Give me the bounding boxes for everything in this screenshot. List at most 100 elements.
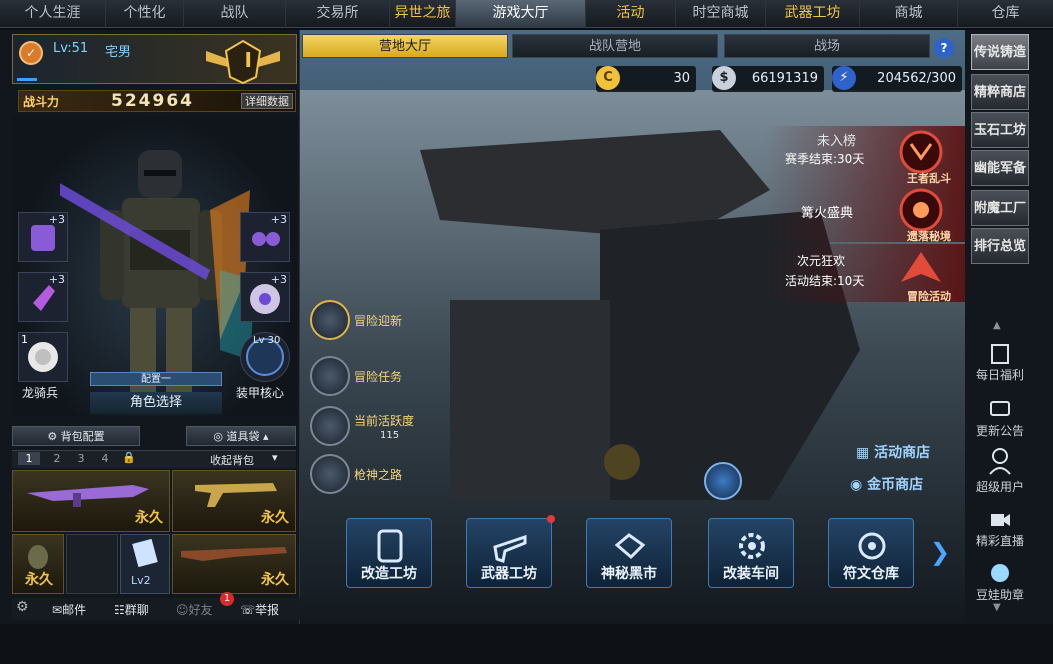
armor-core-slot[interactable]: Lv 30 bbox=[240, 332, 290, 382]
nav-exchange[interactable]: 交易所 bbox=[286, 0, 390, 28]
lock-icon[interactable]: 🔒 bbox=[122, 451, 136, 464]
super-user-button[interactable]: 超级用户 bbox=[965, 446, 1035, 495]
tab-battlefield[interactable]: 战场 bbox=[724, 34, 930, 58]
caret-up-icon: ▴ bbox=[259, 430, 269, 443]
event-king-brawl[interactable]: 未入榜 赛季结束:30天 王者乱斗 bbox=[765, 126, 965, 185]
equip-slot-helmet[interactable]: +3 bbox=[240, 272, 290, 322]
weapon-slot-secondary[interactable]: 永久 bbox=[172, 470, 296, 532]
equip-slot-gloves[interactable]: +3 bbox=[18, 272, 68, 322]
settings-icon[interactable]: ⚙ bbox=[16, 599, 29, 615]
rune-warehouse-button[interactable]: 符文仓库 bbox=[828, 518, 914, 588]
tab-camp-hall[interactable]: 营地大厅 bbox=[302, 34, 508, 58]
voucher-resource: C 30 bbox=[596, 66, 696, 92]
event-subtitle: 赛季结束:30天 bbox=[785, 152, 865, 166]
activity-value: 115 bbox=[380, 430, 400, 441]
mod-garage-button[interactable]: 改装车间 bbox=[708, 518, 794, 588]
shield-event-icon[interactable] bbox=[704, 462, 742, 500]
social-bar: ⚙ ✉邮件 ☷群聊 ☺好友 1 ☏举报 bbox=[12, 592, 300, 620]
role-select-button[interactable]: 角色选择 bbox=[90, 392, 222, 414]
pistol-icon bbox=[195, 483, 277, 507]
nav-personalize[interactable]: 个性化 bbox=[106, 0, 184, 28]
gold-value: 66191319 bbox=[751, 71, 818, 86]
rankings-button[interactable]: 排行总览 bbox=[971, 228, 1029, 264]
gear-outline-icon bbox=[739, 533, 765, 559]
next-arrow-icon[interactable]: ❯ bbox=[930, 538, 950, 566]
event-bonfire[interactable]: 篝火盛典 遗落秘境 bbox=[765, 184, 965, 243]
enchant-factory-button[interactable]: 附魔工厂 bbox=[971, 190, 1029, 226]
nav-warehouse[interactable]: 仓库 bbox=[958, 0, 1053, 28]
lobby-main: 营地大厅 战队营地 战场 ? C 30 $ 66191319 ⚡ 204562/… bbox=[300, 30, 965, 624]
player-level: Lv:51 bbox=[53, 41, 89, 56]
rifle-icon bbox=[27, 485, 149, 507]
black-market-button[interactable]: 神秘黑市 bbox=[586, 518, 672, 588]
live-stream-button[interactable]: 精彩直播 bbox=[965, 508, 1035, 549]
nav-otherworld[interactable]: 异世之旅 bbox=[390, 0, 456, 28]
scroll-up-icon[interactable]: ▲ bbox=[993, 320, 1001, 331]
mod-workshop-button[interactable]: 改造工坊 bbox=[346, 518, 432, 588]
help-icon[interactable]: ? bbox=[934, 38, 954, 58]
activity-shop-link[interactable]: ▦ 活动商店 bbox=[856, 442, 930, 462]
coin-icon: C bbox=[596, 66, 620, 90]
update-notice-button[interactable]: 更新公告 bbox=[965, 398, 1035, 439]
rank-numeral: I bbox=[244, 48, 252, 72]
grenade-slot[interactable]: 永久 bbox=[12, 534, 64, 594]
mail-button[interactable]: ✉邮件 bbox=[52, 601, 86, 618]
card-item-icon bbox=[132, 538, 158, 568]
essence-shop-button[interactable]: 精粹商店 bbox=[971, 74, 1029, 110]
loadout-config-label[interactable]: 配置一 bbox=[90, 372, 222, 386]
rune-icon bbox=[858, 532, 886, 560]
pet-name: 龙骑兵 bbox=[22, 386, 59, 400]
bottom-strip bbox=[0, 624, 1053, 664]
nav-spacetime-mall[interactable]: 时空商城 bbox=[676, 0, 766, 28]
power-value: 524964 bbox=[111, 91, 194, 111]
scroll-down-icon[interactable]: ▼ bbox=[993, 602, 1001, 613]
item-bag-button[interactable]: ◎ 道具袋 ▴ bbox=[186, 426, 296, 446]
gold-shop-link[interactable]: ◉ 金币商店 bbox=[850, 474, 923, 494]
collapse-bag-button[interactable]: 收起背包 bbox=[210, 452, 254, 468]
doll-medal-button[interactable]: 豆娃助章 bbox=[965, 560, 1035, 603]
top-nav: 个人生涯 个性化 战队 交易所 异世之旅 游戏大厅 活动 时空商城 武器工坊 商… bbox=[0, 0, 1053, 28]
energy-resource: ⚡ 204562/300 bbox=[832, 66, 962, 92]
daily-welfare-button[interactable]: 每日福利 bbox=[965, 342, 1035, 383]
equip-slot-armor[interactable]: +3 bbox=[18, 212, 68, 262]
gift-icon: ▦ bbox=[856, 445, 875, 461]
nav-events[interactable]: 活动 bbox=[586, 0, 676, 28]
nav-team[interactable]: 战队 bbox=[184, 0, 286, 28]
weapon-slot-melee[interactable]: 永久 bbox=[172, 534, 296, 594]
lightning-icon: ⚡ bbox=[832, 66, 856, 90]
profile-card[interactable]: ✓ Lv:51 宅男 I bbox=[12, 34, 297, 85]
tab-team-camp[interactable]: 战队营地 bbox=[512, 34, 718, 58]
empty-slot[interactable] bbox=[66, 534, 118, 594]
nav-game-lobby[interactable]: 游戏大厅 bbox=[456, 0, 586, 28]
flame-icon bbox=[310, 406, 350, 446]
bag-tab-2[interactable]: 2 bbox=[46, 452, 68, 465]
chat-icon: ☷ bbox=[114, 603, 125, 617]
void-armament-button[interactable]: 幽能军备 bbox=[971, 150, 1029, 186]
rifle-outline-icon bbox=[493, 534, 527, 563]
detail-data-button[interactable]: 详细数据 bbox=[241, 93, 293, 109]
pet-slot[interactable]: 1 bbox=[18, 332, 68, 382]
tactical-item-slot[interactable]: Lv2 bbox=[120, 534, 170, 594]
legend-forge-button[interactable]: 传说铸造 bbox=[971, 34, 1029, 70]
bag-tab-4[interactable]: 4 bbox=[94, 452, 116, 465]
report-button[interactable]: ☏举报 bbox=[240, 601, 279, 618]
nav-career[interactable]: 个人生涯 bbox=[0, 0, 106, 28]
group-chat-button[interactable]: ☷群聊 bbox=[114, 601, 149, 618]
weapon-slot-primary[interactable]: 永久 bbox=[12, 470, 170, 532]
nav-weapon-workshop[interactable]: 武器工坊 bbox=[766, 0, 860, 28]
combat-power-bar: 战斗力 524964 详细数据 bbox=[18, 90, 296, 112]
nav-mall[interactable]: 商城 bbox=[860, 0, 958, 28]
bag-tabs: 1 2 3 4 🔒 收起背包 ▾ bbox=[12, 450, 296, 468]
equip-slot-goggles[interactable]: +3 bbox=[240, 212, 290, 262]
item-level-badge: Lv2 bbox=[131, 574, 151, 587]
weapon-workshop-button[interactable]: 武器工坊 bbox=[466, 515, 555, 588]
event-dimension-carnival[interactable]: 次元狂欢 活动结束:10天 冒险活动 bbox=[765, 244, 965, 303]
bag-tab-3[interactable]: 3 bbox=[70, 452, 92, 465]
welcome-icon bbox=[310, 300, 350, 340]
friends-button[interactable]: ☺好友 bbox=[176, 601, 213, 618]
jade-workshop-button[interactable]: 玉石工坊 bbox=[971, 112, 1029, 148]
notepad-icon bbox=[991, 344, 1009, 364]
bag-config-button[interactable]: ⚙ 背包配置 bbox=[12, 426, 140, 446]
bag-tab-1[interactable]: 1 bbox=[18, 452, 40, 465]
grenade-icon bbox=[28, 545, 48, 569]
